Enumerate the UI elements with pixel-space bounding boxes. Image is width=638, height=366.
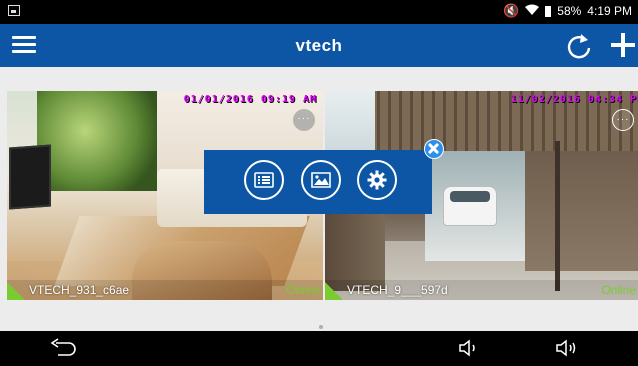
more-icon: ··· — [616, 114, 630, 125]
mute-icon: 🔇 — [503, 3, 520, 18]
volume-up-icon[interactable] — [553, 337, 583, 359]
tv-scene — [9, 144, 51, 210]
gallery-icon[interactable] — [301, 160, 341, 200]
page-indicator — [319, 325, 323, 329]
battery-percent: 58% — [557, 4, 582, 18]
app-title: vtech — [295, 36, 343, 55]
camera-label-bar: VTECH_931_c6ae Online — [7, 280, 323, 300]
status-bar: 🔇 58% 4:19 PM — [0, 0, 638, 24]
close-icon[interactable] — [424, 139, 444, 159]
refresh-icon[interactable] — [564, 32, 594, 60]
event-list-icon[interactable] — [244, 160, 284, 200]
camera-more-button[interactable]: ··· — [612, 109, 634, 131]
window-scene — [37, 91, 157, 191]
screenshot-icon — [8, 5, 20, 16]
camera-more-button[interactable]: ··· — [293, 109, 315, 131]
camera-timestamp: 11/02/2016 04:34 PM — [510, 94, 638, 105]
camera-label-bar: VTECH_9___597d Online — [325, 280, 638, 300]
online-flag-icon — [325, 282, 343, 300]
camera-name: VTECH_9___597d — [347, 283, 448, 297]
settings-icon[interactable] — [357, 160, 397, 200]
nav-bar — [0, 331, 638, 366]
camera-timestamp: 01/01/2016 09:19 AM — [183, 94, 317, 105]
add-icon[interactable] — [610, 31, 636, 59]
back-icon[interactable] — [48, 337, 78, 359]
more-icon: ··· — [297, 113, 311, 124]
camera-status: Online — [286, 283, 321, 297]
camera-name: VTECH_931_c6ae — [29, 283, 130, 297]
online-flag-icon — [7, 282, 25, 300]
app-bar: vtech — [0, 24, 638, 67]
status-time: 4:19 PM — [587, 4, 632, 18]
car-scene — [443, 186, 497, 226]
camera-status: Online — [601, 283, 636, 297]
camera-action-popup — [204, 150, 432, 214]
battery-icon — [545, 5, 552, 17]
wifi-icon — [525, 4, 540, 18]
volume-down-icon[interactable] — [456, 337, 486, 359]
